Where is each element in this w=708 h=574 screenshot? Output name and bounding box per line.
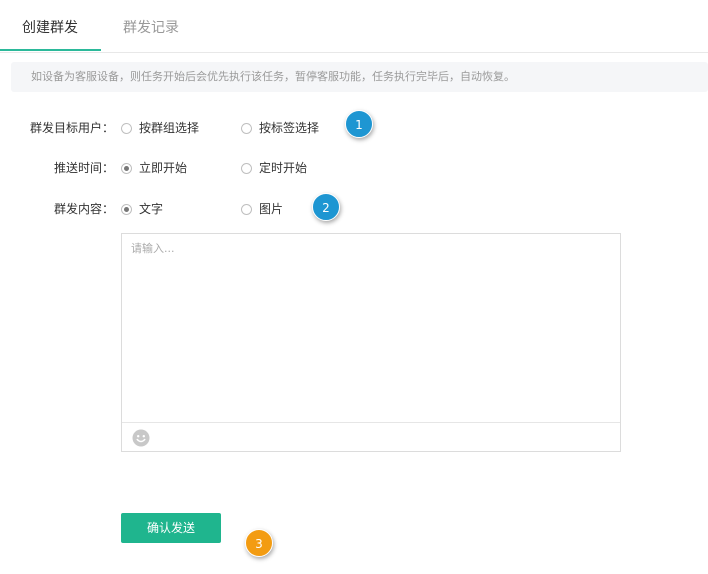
target-users-label: 群发目标用户： — [30, 121, 115, 135]
editor-divider — [122, 422, 620, 423]
radio-circle — [241, 122, 252, 134]
radio-circle-checked — [121, 203, 132, 215]
confirm-send-button[interactable]: 确认发送 — [121, 513, 221, 543]
radio-scheduled-start[interactable]: 定时开始 — [241, 160, 307, 176]
radio-by-group-label: 按群组选择 — [139, 121, 200, 135]
message-textarea[interactable] — [122, 234, 620, 422]
tab-broadcast-history[interactable]: 群发记录 — [123, 18, 179, 38]
push-time-label: 推送时间： — [54, 161, 115, 175]
notice-banner: 如设备为客服设备，则任务开始后会优先执行该任务，暂停客服功能，任务执行完毕后，自… — [11, 62, 708, 92]
active-tab-indicator — [0, 49, 101, 51]
message-editor — [121, 233, 621, 452]
tab-bar: 创建群发 群发记录 — [0, 0, 708, 53]
radio-start-now[interactable]: 立即开始 — [121, 160, 187, 176]
radio-text-label: 文字 — [139, 202, 164, 216]
radio-circle-checked — [121, 162, 132, 174]
step-marker-2: 2 — [312, 193, 340, 221]
tab-create-broadcast[interactable]: 创建群发 — [22, 18, 78, 38]
mass-send-page: 创建群发 群发记录 如设备为客服设备，则任务开始后会优先执行该任务，暂停客服功能… — [0, 0, 708, 574]
radio-start-now-label: 立即开始 — [139, 161, 188, 175]
radio-by-tag[interactable]: 按标签选择 — [241, 120, 319, 136]
radio-image-label: 图片 — [259, 202, 284, 216]
step-marker-1: 1 — [345, 110, 373, 138]
radio-circle — [241, 162, 252, 174]
radio-text[interactable]: 文字 — [121, 201, 163, 217]
radio-scheduled-start-label: 定时开始 — [259, 161, 308, 175]
radio-by-group[interactable]: 按群组选择 — [121, 120, 199, 136]
radio-image[interactable]: 图片 — [241, 201, 283, 217]
radio-by-tag-label: 按标签选择 — [259, 121, 320, 135]
smiley-face-icon[interactable] — [132, 429, 150, 447]
radio-circle — [241, 203, 252, 215]
radio-circle — [121, 122, 132, 134]
step-marker-3: 3 — [245, 529, 273, 557]
content-label: 群发内容： — [54, 202, 115, 216]
